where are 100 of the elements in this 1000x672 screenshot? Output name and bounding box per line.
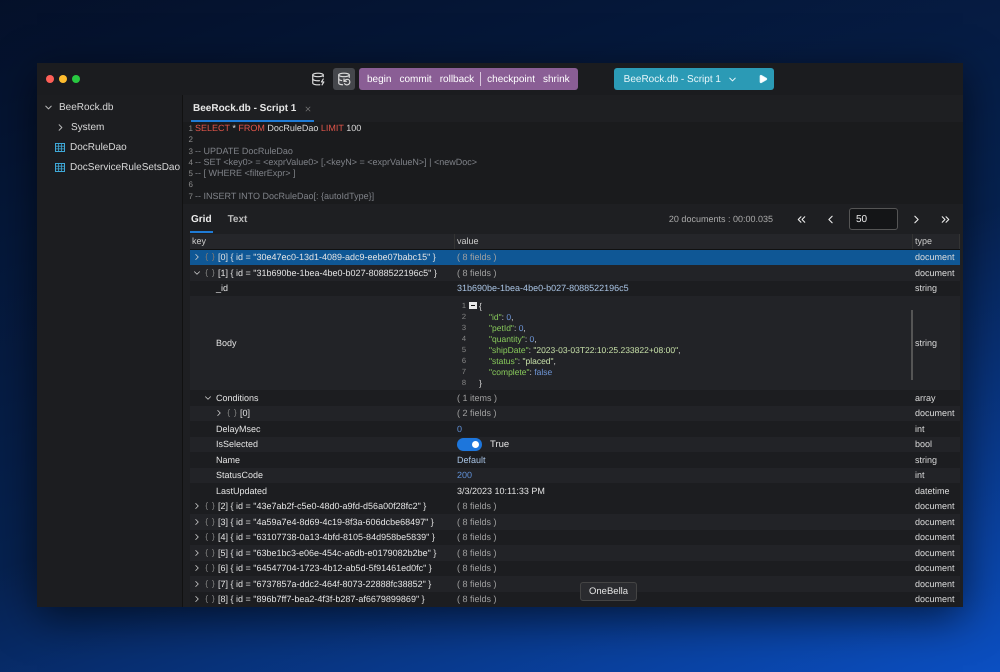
code-line: -- SET <key0> = <exprValue0> [,<keyN> = <exprValueN>] | <newDoc> (195, 156, 478, 168)
line-number: 3 (188, 146, 193, 157)
key-cell: Name (216, 454, 240, 465)
type-cell-text: document (914, 578, 956, 589)
key-cell: [5] { id = "63be1bc3-e06e-454c-a6db-e0179082b2be" } (218, 548, 436, 558)
value-cell-text: 3/3/2023 10:11:33 PM (456, 486, 546, 496)
braces-icon (205, 564, 215, 572)
page-size-field[interactable]: 50 (849, 208, 898, 230)
grid-row[interactable]: [0] { id = "30e47ec0-13d1-4089-adc9-eebe07babc15" } ( 8 fields ) document (190, 250, 960, 265)
tree-item[interactable]: System (71, 122, 104, 132)
value-cell-text: ( 8 fields ) (456, 268, 498, 278)
transaction-button[interactable]: shrink (538, 74, 574, 84)
close-icon[interactable] (304, 104, 312, 112)
key-cell: [1] { id = "31b690be-1bea-4be0-b027-8088522196c5" } (218, 268, 437, 278)
transaction-button[interactable]: checkpoint (483, 74, 539, 84)
toggle-switch[interactable] (457, 438, 482, 451)
table-icon (55, 162, 65, 172)
grid-row[interactable]: [6] { id = "64547704-1723-4b12-ab5d-5f91461ed0fc" } ( 8 fields ) document (190, 560, 960, 576)
value-cell-text: Default (456, 454, 487, 465)
braces-icon (205, 533, 215, 542)
value-cell-text: 31b690be-1bea-4be0-b027-8088522196c5 (456, 283, 630, 294)
type-cell-text: document (914, 532, 956, 542)
type-cell-text: int (914, 470, 926, 480)
key-cell: [4] { id = "63107738-0a13-4bfd-8105-84d958be5839" } (218, 532, 435, 542)
value-cell-text: ( 8 fields ) (456, 578, 498, 589)
braces-icon (205, 595, 215, 604)
code-editor[interactable] (183, 122, 963, 204)
value-cell-text: ( 8 fields ) (456, 594, 498, 604)
grid-row[interactable]: [5] { id = "63be1bc3-e06e-454c-a6db-e0179082b2be" } ( 8 fields ) document (190, 545, 960, 560)
code-line: "id": 0, (489, 312, 514, 322)
code-line: "petId": 0, (489, 322, 526, 332)
grid-row[interactable]: IsSelected True bool (190, 436, 960, 452)
tree-item[interactable]: DocServiceRuleSetsDao (70, 162, 180, 172)
key-cell: [8] { id = "896b7ff7-bea2-4f3f-b287-af6679899869" } (218, 594, 425, 604)
line-number: 6 (188, 179, 193, 191)
braces-icon (227, 409, 237, 418)
type-cell-text: document (914, 268, 956, 278)
value-cell-text: ( 8 fields ) (456, 563, 498, 574)
tree-item[interactable]: DocRuleDao (70, 142, 127, 152)
code-line: "quantity": 0, (489, 334, 537, 344)
collapse-icon[interactable] (469, 302, 477, 309)
line-number: 5 (188, 168, 193, 180)
type-cell-text: int (914, 424, 926, 434)
line-number: 7 (188, 190, 193, 202)
tree-item[interactable]: BeeRock.db (59, 102, 114, 112)
result-tab[interactable]: Text (226, 206, 248, 233)
key-cell: LastUpdated (216, 486, 268, 496)
toggle-label: True (490, 438, 510, 450)
braces-icon (205, 253, 215, 262)
code-line: "complete": false (489, 366, 552, 376)
grid-row[interactable]: _id 31b690be-1bea-4be0-b027-8088522196c5 string (190, 280, 960, 296)
transaction-button[interactable]: rollback (436, 74, 478, 84)
type-cell-text: document (914, 252, 956, 262)
grid-row[interactable]: [4] { id = "63107738-0a13-4bfd-8105-84d958be5839" } ( 8 fields ) document (190, 530, 960, 545)
key-cell: [0] (240, 408, 250, 418)
grid-row[interactable]: [1] { id = "31b690be-1bea-4be0-b027-8088522196c5" } ( 8 fields ) document (190, 265, 960, 280)
table-icon (55, 142, 65, 152)
key-cell: DelayMsec (216, 424, 261, 434)
type-cell-text: datetime (914, 486, 951, 496)
grid-row[interactable]: [0] ( 2 fields ) document (190, 406, 960, 421)
code-line: } (479, 378, 482, 388)
key-cell: [6] { id = "64547704-1723-4b12-ab5d-5f91461ed0fc" } (218, 563, 432, 574)
code-line: -- [ WHERE <filterExpr> ] (195, 168, 296, 180)
key-cell: StatusCode (216, 470, 264, 480)
braces-icon (205, 268, 215, 277)
grid-row[interactable]: StatusCode 200 int (190, 468, 960, 483)
braces-icon (205, 502, 215, 510)
type-cell-text: array (914, 392, 937, 403)
value-cell-text: ( 1 items ) (456, 392, 498, 403)
type-cell-text: string (914, 454, 938, 465)
tooltip: OneBella (580, 582, 638, 601)
value-cell-text: ( 8 fields ) (456, 516, 498, 527)
column-header[interactable]: key (190, 234, 455, 248)
key-cell: [7] { id = "6737857a-ddc2-464f-8073-22888fc38852" } (218, 578, 432, 589)
value-cell-text: ( 8 fields ) (456, 252, 498, 262)
column-header[interactable]: value (455, 234, 913, 248)
key-cell: [3] { id = "4a59a7e4-8d69-4c19-8f3a-606dcbe68497" } (218, 516, 434, 527)
value-cell-text: ( 8 fields ) (456, 501, 498, 512)
grid-row[interactable]: [3] { id = "4a59a7e4-8d69-4c19-8f3a-606dcbe68497" } ( 8 fields ) document (190, 514, 960, 530)
transaction-button[interactable]: begin (363, 74, 396, 84)
type-cell-text: document (914, 594, 956, 604)
code-line: "status": "placed", (489, 356, 556, 366)
value-cell-text: 0 (456, 424, 464, 434)
type-cell-text: bool (914, 439, 934, 450)
play-icon[interactable] (758, 74, 768, 84)
key-cell: [2] { id = "43e7ab2f-c5e0-48d0-a9fd-d56a00f28fc2" } (218, 501, 426, 512)
transaction-button[interactable]: commit (395, 74, 436, 84)
type-cell-text: document (914, 548, 956, 558)
code-line: { (479, 300, 482, 310)
type-cell-text: document (914, 516, 956, 527)
type-cell-text: document (914, 501, 956, 512)
key-cell: Body (216, 338, 237, 348)
key-cell: _id (216, 283, 228, 294)
type-cell-text: string (914, 338, 938, 348)
key-cell: Conditions (216, 392, 259, 403)
type-cell-text: document (914, 408, 956, 418)
key-cell: [0] { id = "30e47ec0-13d1-4089-adc9-eebe07babc15" } (218, 252, 436, 262)
column-header[interactable]: type (913, 234, 960, 248)
braces-icon (205, 580, 215, 588)
line-number: 2 (188, 134, 193, 146)
